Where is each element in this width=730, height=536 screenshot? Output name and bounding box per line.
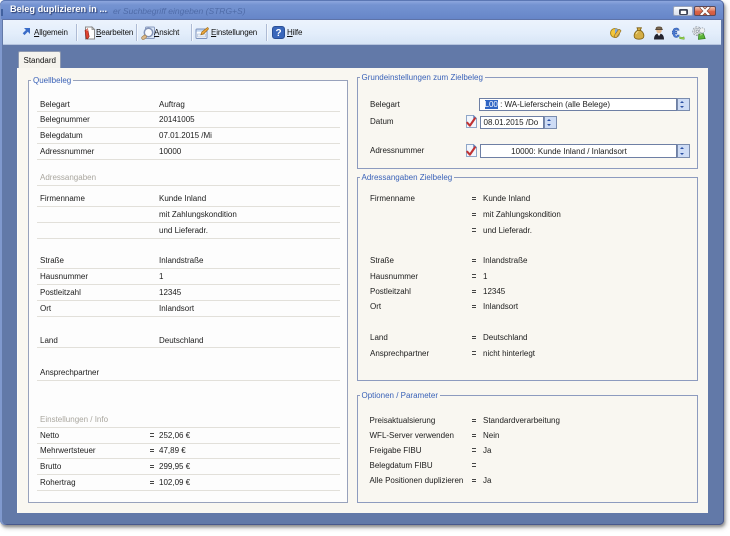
svg-text:€: € (672, 26, 680, 40)
svg-text:?: ? (275, 28, 281, 39)
